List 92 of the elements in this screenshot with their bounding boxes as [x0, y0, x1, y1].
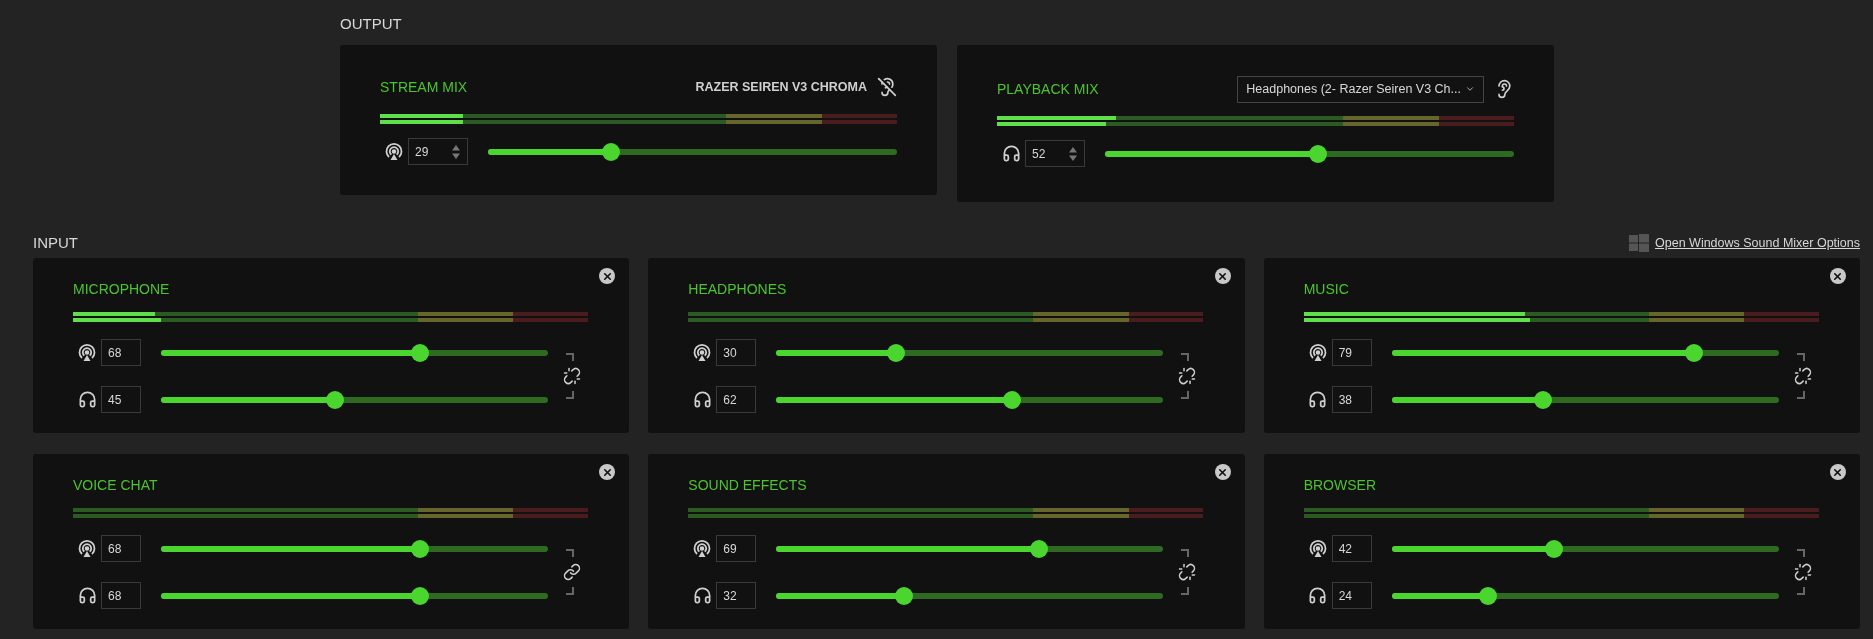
unlink-icon[interactable] — [1178, 563, 1197, 581]
volume-field[interactable]: 24 — [1331, 582, 1372, 609]
windows-icon — [1629, 234, 1650, 252]
headphones-icon — [692, 390, 712, 409]
volume-slider[interactable] — [161, 390, 548, 409]
volume-field[interactable]: 45 — [101, 386, 141, 413]
headphones-icon — [77, 390, 97, 409]
sound-mixer-link[interactable]: Open Windows Sound Mixer Options — [1655, 233, 1860, 253]
close-button[interactable] — [599, 464, 616, 480]
volume-slider[interactable] — [161, 586, 548, 605]
spinner-icon[interactable] — [451, 143, 461, 160]
slider-thumb[interactable] — [411, 539, 430, 558]
volume-slider[interactable] — [776, 343, 1164, 362]
source-title: BROWSER — [1303, 476, 1377, 494]
volume-slider[interactable] — [776, 586, 1164, 605]
close-icon — [1217, 270, 1229, 282]
close-icon — [1832, 466, 1844, 478]
broadcast-icon — [692, 342, 713, 363]
device-name: RAZER SEIREN V3 CHROMA — [695, 78, 867, 96]
source-title: MICROPHONE — [73, 280, 171, 298]
slider-thumb[interactable] — [1003, 390, 1022, 409]
unlink-icon[interactable] — [1793, 563, 1812, 581]
broadcast-icon — [1307, 538, 1328, 559]
slider-thumb[interactable] — [1684, 343, 1703, 362]
close-icon — [1217, 466, 1229, 478]
unlink-icon[interactable] — [563, 367, 581, 385]
volume-field[interactable]: 32 — [716, 582, 757, 609]
section-heading: INPUT — [33, 232, 78, 253]
broadcast-icon — [77, 538, 97, 559]
broadcast-icon — [384, 141, 404, 162]
volume-field[interactable]: 30 — [716, 339, 757, 366]
volume-slider[interactable] — [1391, 586, 1779, 605]
close-button[interactable] — [1214, 268, 1231, 284]
volume-slider[interactable] — [1391, 539, 1779, 558]
section-heading: OUTPUT — [340, 14, 403, 33]
volume-field[interactable]: 69 — [716, 535, 757, 562]
slider-thumb[interactable] — [887, 343, 906, 362]
mix-title: PLAYBACK MIX — [997, 79, 1099, 99]
close-icon — [601, 270, 613, 282]
slider-thumb[interactable] — [326, 390, 345, 409]
volume-field[interactable]: 68 — [101, 582, 141, 609]
volume-slider[interactable] — [1105, 144, 1514, 163]
volume-slider[interactable] — [1391, 390, 1779, 409]
headphones-icon — [77, 586, 97, 605]
volume-field[interactable]: 62 — [716, 386, 757, 413]
slider-thumb[interactable] — [1030, 539, 1049, 558]
volume-field[interactable]: 38 — [1331, 386, 1372, 413]
close-button[interactable] — [1214, 464, 1231, 480]
close-icon — [601, 466, 613, 478]
volume-field[interactable]: 68 — [101, 535, 141, 562]
ear-off-icon[interactable] — [877, 77, 897, 97]
unlink-icon[interactable] — [1793, 367, 1812, 385]
headphones-icon — [1308, 390, 1328, 409]
unlink-icon[interactable] — [1178, 367, 1197, 385]
slider-thumb[interactable] — [411, 586, 430, 605]
broadcast-icon — [692, 538, 713, 559]
source-title: HEADPHONES — [688, 280, 788, 298]
volume-field[interactable]: 42 — [1331, 535, 1372, 562]
slider-thumb[interactable] — [1545, 539, 1564, 558]
spinner-icon[interactable] — [1068, 145, 1078, 162]
headphones-icon — [1308, 586, 1328, 605]
headphones-icon — [1001, 144, 1021, 163]
volume-field[interactable]: 52 — [1025, 140, 1085, 167]
volume-slider[interactable] — [1391, 343, 1779, 362]
link-icon[interactable] — [563, 563, 581, 581]
slider-thumb[interactable] — [895, 586, 914, 605]
source-title: SOUND EFFECTS — [688, 476, 808, 494]
slider-thumb[interactable] — [411, 343, 430, 362]
device-dropdown[interactable]: Headphones (2- Razer Seiren V3 Ch... — [1237, 75, 1484, 103]
source-title: VOICE CHAT — [73, 476, 159, 494]
volume-slider[interactable] — [488, 142, 897, 161]
volume-slider[interactable] — [776, 390, 1164, 409]
broadcast-icon — [1307, 342, 1328, 363]
close-button[interactable] — [1830, 464, 1846, 480]
slider-thumb[interactable] — [1479, 586, 1498, 605]
caret-icon — [1465, 84, 1475, 94]
source-title: MUSIC — [1303, 280, 1350, 298]
volume-field[interactable]: 68 — [101, 339, 141, 366]
close-button[interactable] — [599, 268, 616, 284]
volume-slider[interactable] — [161, 343, 548, 362]
mix-title: STREAM MIX — [380, 77, 468, 97]
slider-thumb[interactable] — [1533, 390, 1552, 409]
broadcast-icon — [77, 342, 97, 363]
headphones-icon — [692, 586, 712, 605]
close-icon — [1832, 270, 1844, 282]
slider-thumb[interactable] — [1308, 144, 1327, 163]
close-button[interactable] — [1830, 268, 1846, 284]
slider-thumb[interactable] — [601, 142, 620, 161]
volume-slider[interactable] — [161, 539, 548, 558]
volume-field[interactable]: 29 — [408, 138, 468, 165]
volume-slider[interactable] — [776, 539, 1164, 558]
volume-field[interactable]: 79 — [1331, 339, 1372, 366]
